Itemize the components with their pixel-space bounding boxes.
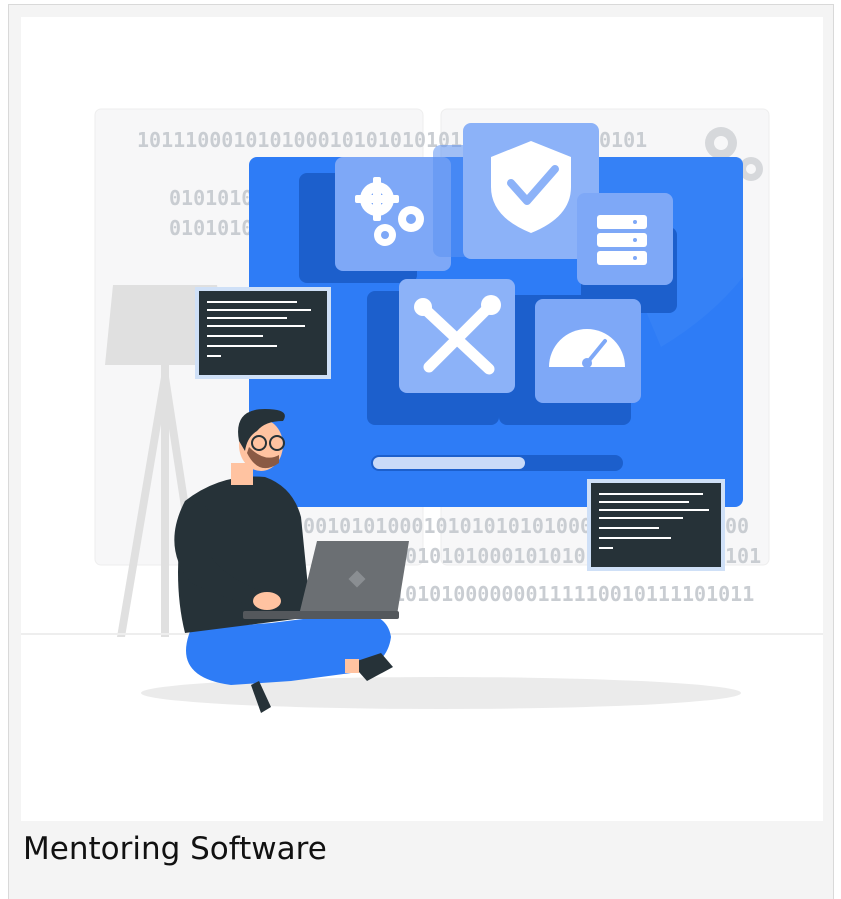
terminal-icon-left bbox=[195, 287, 331, 379]
mentoring-software-illustration: 101110001010100010101010101010101000 010… bbox=[21, 108, 823, 713]
terminal-icon-right bbox=[587, 479, 725, 571]
progress-fill bbox=[373, 457, 525, 469]
image-card[interactable]: 101110001010100010101010101010101000 010… bbox=[8, 4, 834, 899]
binary-text-9: 101010000000111110010111101011 bbox=[393, 582, 754, 606]
illustration: 101110001010100010101010101010101000 010… bbox=[21, 17, 823, 821]
server-icon bbox=[597, 215, 647, 265]
card-caption[interactable]: Mentoring Software bbox=[23, 823, 813, 875]
binary-text-7: 00 bbox=[725, 514, 749, 538]
binary-text-4: 0101 bbox=[599, 128, 647, 152]
floor-line bbox=[21, 633, 823, 635]
binary-text-8: 101 bbox=[725, 544, 761, 568]
